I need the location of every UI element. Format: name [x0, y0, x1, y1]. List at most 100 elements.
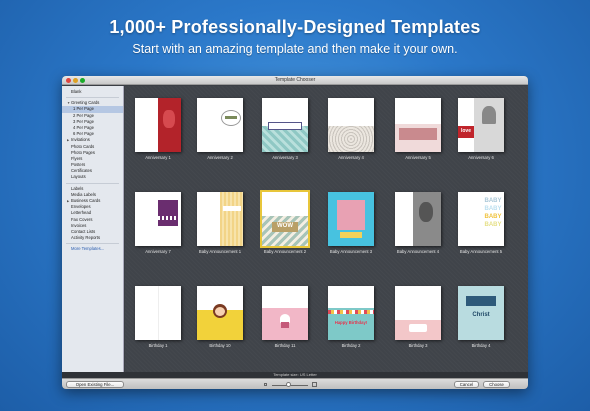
baby-text: BABY — [484, 214, 502, 220]
sidebar-item-label: 6 Per Page — [73, 131, 94, 137]
template-card[interactable]: Anniversary 7 — [135, 192, 181, 254]
choose-button[interactable]: Choose — [483, 381, 510, 388]
template-label: Anniversary 1 — [145, 155, 171, 160]
face-art — [215, 307, 225, 316]
sidebar-divider — [66, 243, 119, 245]
banner-art — [466, 296, 496, 306]
small-thumbnail-icon — [264, 383, 267, 386]
template-thumbnail[interactable] — [135, 286, 181, 340]
template-label: Baby Announcement 4 — [396, 249, 440, 254]
cupcake-art — [281, 322, 289, 328]
template-card[interactable]: Christ Birthday 4 — [458, 286, 504, 348]
sidebar-item-label: Invoices — [71, 222, 87, 228]
sidebar-item-activity-reports[interactable]: Activity Reports — [62, 235, 123, 241]
template-card[interactable]: Birthday 1 — [135, 286, 181, 348]
template-card[interactable]: Anniversary 5 — [395, 98, 441, 160]
label-art — [340, 232, 362, 238]
baby-text: BABY — [484, 222, 502, 228]
template-label: Birthday 2 — [341, 343, 361, 348]
hero-title: 1,000+ Professionally-Designed Templates — [109, 17, 481, 37]
template-thumbnail[interactable] — [197, 192, 243, 246]
template-card[interactable]: BABY BABY BABY BABY Baby Announcement 5 — [458, 192, 504, 254]
template-card[interactable]: Happy Birthday! Birthday 2 — [328, 286, 374, 348]
template-thumbnail[interactable]: BABY BABY BABY BABY — [458, 192, 504, 246]
template-thumbnail[interactable] — [262, 286, 308, 340]
template-thumbnail[interactable] — [328, 192, 374, 246]
love-text: love — [460, 128, 471, 134]
template-thumbnail[interactable] — [328, 98, 374, 152]
sidebar-item-label: 3 Per Page — [73, 118, 94, 124]
template-card[interactable]: Birthday 11 — [262, 286, 308, 348]
sidebar-item-label: Letterhead — [71, 210, 92, 216]
template-label: Anniversary 2 — [207, 155, 233, 160]
sidebar-item-label: Blank — [71, 89, 82, 94]
sidebar-item-layouts[interactable]: Layouts — [62, 174, 123, 180]
fold-art — [158, 286, 159, 340]
template-thumbnail[interactable] — [135, 192, 181, 246]
happy-birthday-text: Happy Birthday! — [334, 320, 368, 325]
template-card[interactable]: Baby Announcement 4 — [395, 192, 441, 254]
template-thumbnail[interactable] — [197, 286, 243, 340]
template-card[interactable]: Anniversary 4 — [328, 98, 374, 160]
template-label: Birthday 11 — [274, 343, 296, 348]
template-label: Anniversary 3 — [272, 155, 298, 160]
template-chooser-window: Template Chooser Blank ▼Greeting Cards 1 P… — [62, 76, 528, 389]
sidebar-item-label: Posters — [71, 162, 86, 168]
template-thumbnail[interactable]: love — [458, 98, 504, 152]
thumbnail-size-slider[interactable] — [264, 382, 318, 388]
template-thumbnail[interactable]: Happy Birthday! — [328, 286, 374, 340]
sidebar-item-label: Activity Reports — [71, 235, 101, 241]
hero-subtitle: Start with an amazing template and then … — [132, 42, 458, 56]
sidebar-item-label: Contact Lists — [71, 228, 96, 234]
open-existing-file-button[interactable]: Open Existing File... — [66, 381, 124, 388]
baby-text: BABY — [484, 198, 502, 204]
sidebar-item-label: 4 Per Page — [73, 124, 94, 130]
wave-art — [158, 216, 178, 220]
template-label: Baby Announcement 3 — [329, 249, 373, 254]
template-thumbnail[interactable] — [262, 98, 308, 152]
sidebar-item-label: More Templates... — [71, 246, 105, 252]
template-label: Baby Announcement 2 — [263, 249, 307, 254]
christ-text: Christ — [472, 312, 490, 318]
template-label: Baby Announcement 1 — [198, 249, 242, 254]
sidebar-item-label: Fax Covers — [71, 216, 93, 222]
floral-art — [163, 110, 175, 128]
category-sidebar: Blank ▼Greeting Cards 1 Per Page 2 Per Page… — [62, 86, 124, 372]
template-card[interactable]: love Anniversary 6 — [458, 98, 504, 160]
cancel-button[interactable]: Cancel — [454, 381, 479, 388]
template-thumbnail[interactable]: Christ — [458, 286, 504, 340]
sidebar-item-label: Certificates — [71, 168, 92, 174]
template-thumbnail[interactable] — [395, 98, 441, 152]
template-card[interactable]: WOW Baby Announcement 2 — [260, 190, 310, 254]
template-label: Birthday 3 — [408, 343, 428, 348]
large-thumbnail-icon — [312, 382, 317, 387]
template-card[interactable]: Anniversary 1 — [135, 98, 181, 160]
sidebar-divider — [66, 182, 119, 184]
template-label: Birthday 10 — [209, 343, 231, 348]
slider-knob[interactable] — [286, 382, 291, 387]
sidebar-item-label: Labels — [71, 185, 84, 191]
sidebar-item-label: Photo Pages — [71, 149, 95, 155]
template-card[interactable]: Baby Announcement 1 — [197, 192, 243, 254]
template-card[interactable]: Baby Announcement 3 — [328, 192, 374, 254]
template-label: Anniversary 4 — [338, 155, 364, 160]
sidebar-item-blank[interactable]: Blank — [62, 89, 123, 95]
template-thumbnail[interactable]: WOW — [260, 190, 310, 248]
template-thumbnail[interactable] — [395, 286, 441, 340]
template-card[interactable]: Birthday 10 — [197, 286, 243, 348]
sidebar-item-more-templates[interactable]: More Templates... — [62, 246, 123, 252]
template-gallery: Anniversary 1 Anniversary 2 Anniversary 3 A… — [125, 86, 528, 372]
template-card[interactable]: Birthday 3 — [395, 286, 441, 348]
sidebar-item-label: Layouts — [71, 174, 86, 180]
bunting-art — [328, 310, 374, 314]
template-label: Anniversary 7 — [145, 249, 171, 254]
sidebar-item-label: Media Labels — [71, 191, 96, 197]
purple-art — [158, 200, 178, 226]
template-thumbnail[interactable] — [395, 192, 441, 246]
template-label: Anniversary 6 — [468, 155, 494, 160]
template-card[interactable]: Anniversary 3 — [262, 98, 308, 160]
template-card[interactable]: Anniversary 2 — [197, 98, 243, 160]
template-thumbnail[interactable] — [197, 98, 243, 152]
template-label: Birthday 1 — [148, 343, 168, 348]
template-thumbnail[interactable] — [135, 98, 181, 152]
